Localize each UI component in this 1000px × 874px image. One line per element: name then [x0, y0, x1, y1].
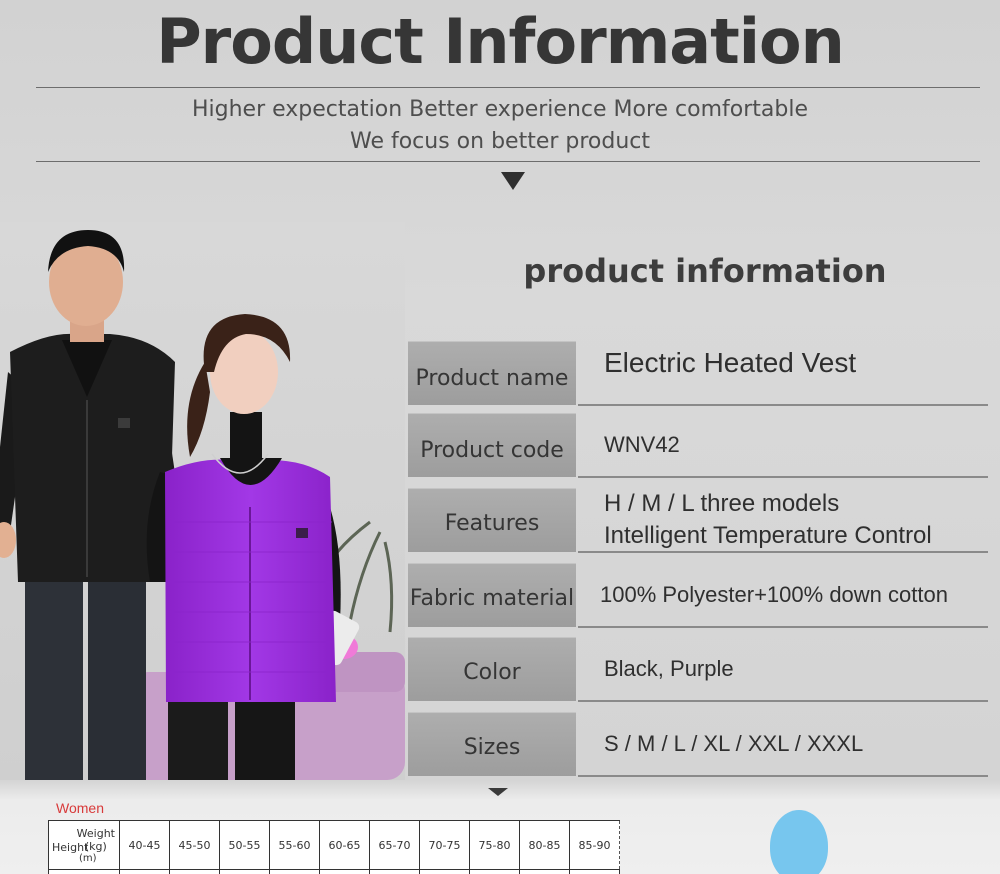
- tagline-line-2: We focus on better product: [349, 129, 651, 154]
- balloon-icon: [770, 810, 828, 874]
- weight-column-header: 70-75: [419, 820, 470, 870]
- info-row-product-code: Product code WNV42: [408, 413, 988, 478]
- info-row-product-name: Product name Electric Heated Vest: [408, 341, 988, 406]
- info-row-fabric-material: Fabric material 100% Polyester+100% down…: [408, 563, 988, 628]
- title-divider-bottom: [36, 161, 980, 162]
- main-title: Product Information: [156, 5, 845, 78]
- models-wearing-vests-illustration: [0, 222, 405, 780]
- info-row-features: Features H / M / L three models Intellig…: [408, 488, 988, 553]
- row-divider: [578, 700, 988, 702]
- weight-column-header: 80-85: [519, 820, 570, 870]
- product-photo: [0, 222, 405, 780]
- info-value: H / M / L three models Intelligent Tempe…: [604, 490, 932, 549]
- info-label: Product name: [408, 341, 576, 405]
- size-chart-table: Weight (kg) Height (m) 40-45 45-50 50-55 …: [48, 820, 620, 874]
- info-value: WNV42: [604, 432, 680, 457]
- size-chart-corner: Weight (kg) Height (m): [48, 820, 120, 870]
- weight-column-header: 75-80: [469, 820, 520, 870]
- row-divider: [578, 404, 988, 406]
- tagline-line-1: Higher expectation Better experience Mor…: [191, 97, 808, 122]
- info-label: Product code: [408, 413, 576, 477]
- info-value: 100% Polyester+100% down cotton: [600, 582, 948, 607]
- size-chart-header-row: Weight (kg) Height (m) 40-45 45-50 50-55 …: [48, 820, 620, 870]
- info-value: Electric Heated Vest: [604, 347, 857, 378]
- size-chart-group-label: Women: [56, 800, 104, 816]
- weight-column-header: 40-45: [119, 820, 170, 870]
- row-divider: [578, 626, 988, 628]
- info-value: Black, Purple: [604, 656, 734, 681]
- info-label: Features: [408, 488, 576, 552]
- size-chart-row: [48, 869, 620, 874]
- weight-column-header: 50-55: [219, 820, 270, 870]
- down-arrow-small-icon: [488, 788, 508, 796]
- info-label: Color: [408, 637, 576, 701]
- section-title: product information: [523, 252, 887, 290]
- height-axis-unit: (m): [79, 853, 97, 864]
- weight-column-header: 60-65: [319, 820, 370, 870]
- info-row-sizes: Sizes S / M / L / XL / XXL / XXXL: [408, 712, 988, 777]
- info-value: S / M / L / XL / XXL / XXXL: [604, 731, 864, 756]
- info-row-color: Color Black, Purple: [408, 637, 988, 702]
- weight-column-header: 45-50: [169, 820, 220, 870]
- info-label: Fabric material: [408, 563, 576, 627]
- row-divider: [578, 476, 988, 478]
- title-divider-top: [36, 87, 980, 88]
- down-arrow-icon: [501, 172, 525, 190]
- weight-column-header: 65-70: [369, 820, 420, 870]
- row-divider: [578, 551, 988, 553]
- product-info-page: Product Information Higher expectation B…: [0, 0, 1000, 874]
- weight-column-header: 55-60: [269, 820, 320, 870]
- weight-column-header: 85-90: [569, 820, 620, 870]
- info-label: Sizes: [408, 712, 576, 776]
- row-divider: [578, 775, 988, 777]
